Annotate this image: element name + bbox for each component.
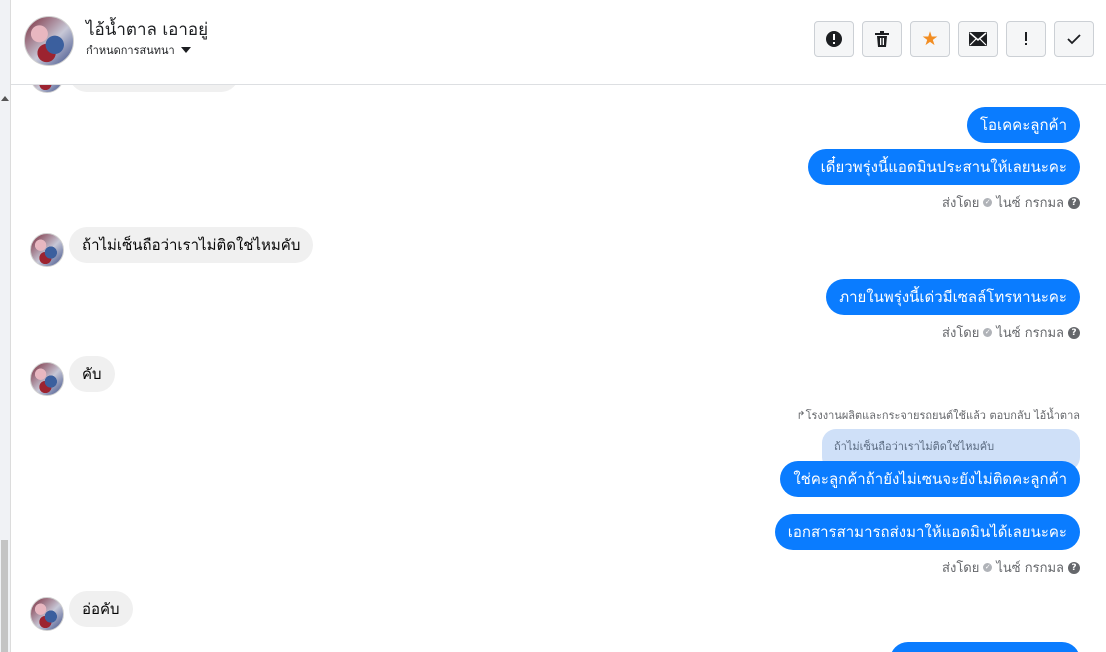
- outgoing-message[interactable]: ใช่คะลูกค้าถ้ายังไม่เซนจะยังไม่ติดคะลูกค…: [780, 461, 1080, 497]
- contact-name[interactable]: ไอ้น้ำตาล เอาอยู่: [86, 16, 208, 43]
- spam-report-button[interactable]: [814, 21, 854, 57]
- incoming-message-partial[interactable]: [69, 85, 239, 92]
- conversation-header: ไอ้น้ำตาล เอาอยู่ กำหนดการสนทนา ★: [11, 0, 1106, 85]
- star-button[interactable]: ★: [910, 21, 950, 57]
- help-icon[interactable]: ?: [1068, 326, 1080, 339]
- delete-button[interactable]: [862, 21, 902, 57]
- outgoing-message[interactable]: เดี๋ยวพรุ่งนี้แอดมินประสานให้เลยนะคะ: [807, 149, 1080, 185]
- help-icon[interactable]: ?: [1068, 196, 1080, 209]
- assign-conversation-dropdown[interactable]: กำหนดการสนทนา: [86, 41, 191, 59]
- sent-by-agent: ไนซ์ กรกมล: [996, 561, 1064, 576]
- incoming-message[interactable]: อ่อคับ: [69, 591, 133, 627]
- star-icon: ★: [921, 28, 939, 50]
- check-badge-icon: ✓: [983, 198, 993, 207]
- done-button[interactable]: [1054, 21, 1094, 57]
- caret-down-icon: [180, 47, 191, 53]
- sender-avatar: [30, 597, 64, 631]
- check-badge-icon: ✓: [983, 563, 993, 572]
- reply-context-note: ↱โรงงานผลิตและกระจายรถยนต์ใช้แล้ว ตอบกลั…: [796, 406, 1080, 424]
- scroll-thumb[interactable]: [1, 540, 8, 652]
- sent-by-prefix: ส่งโดย: [942, 326, 980, 341]
- sent-by-label: ส่งโดย ✓ ไนซ์ กรกมล ?: [942, 557, 1080, 578]
- trash-icon: [875, 31, 889, 47]
- check-badge-icon: ✓: [983, 328, 993, 337]
- sent-by-prefix: ส่งโดย: [942, 561, 980, 576]
- left-scrollbar[interactable]: [0, 0, 11, 652]
- message-list[interactable]: โอเคคะลูกค้า เดี๋ยวพรุ่งนี้แอดมินประสานใ…: [11, 85, 1106, 652]
- incoming-message[interactable]: ถ้าไม่เซ็นถือว่าเราไม่ติดใช่ไหมคับ: [69, 227, 314, 263]
- help-icon[interactable]: ?: [1068, 561, 1080, 574]
- sent-by-label: ส่งโดย ✓ ไนซ์ กรกมล ?: [942, 192, 1080, 213]
- outgoing-message-partial[interactable]: [890, 642, 1080, 652]
- outgoing-message[interactable]: ภายในพรุ่งนี้เด่วมีเซลล์โทรหานะคะ: [826, 279, 1080, 315]
- sent-by-agent: ไนซ์ กรกมล: [996, 196, 1064, 211]
- check-icon: [1067, 34, 1081, 45]
- mark-unread-button[interactable]: [958, 21, 998, 57]
- sent-by-prefix: ส่งโดย: [942, 196, 980, 211]
- sent-by-label: ส่งโดย ✓ ไนซ์ กรกมล ?: [942, 322, 1080, 343]
- sender-avatar: [30, 362, 64, 396]
- reply-note-text: โรงงานผลิตและกระจายรถยนต์ใช้แล้ว ตอบกลับ…: [805, 409, 1080, 422]
- follow-up-button[interactable]: [1006, 21, 1046, 57]
- contact-avatar[interactable]: [24, 16, 74, 66]
- sender-avatar: [30, 85, 64, 93]
- outgoing-message[interactable]: โอเคคะลูกค้า: [966, 107, 1080, 143]
- reply-arrow-icon: ↱: [796, 409, 806, 422]
- scroll-up-arrow-icon[interactable]: [1, 96, 9, 101]
- sent-by-agent: ไนซ์ กรกมล: [996, 326, 1064, 341]
- outgoing-message[interactable]: เอกสารสามารถส่งมาให้แอดมินได้เลยนะคะ: [774, 514, 1080, 550]
- exclamation-icon: [1025, 32, 1027, 45]
- incoming-message[interactable]: คับ: [69, 356, 115, 392]
- alert-circle-icon: [826, 31, 842, 47]
- assign-conversation-label: กำหนดการสนทนา: [86, 44, 175, 57]
- header-actions: ★: [814, 21, 1094, 57]
- envelope-icon: [969, 32, 987, 46]
- sender-avatar: [30, 233, 64, 267]
